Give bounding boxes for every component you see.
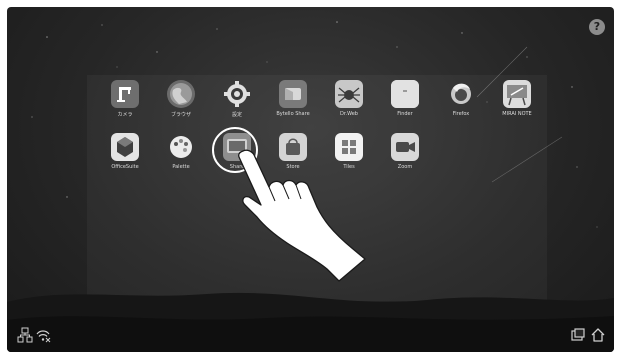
app-label: Firefox [452, 111, 470, 117]
bytello-share-icon [279, 80, 307, 108]
app-label: Finder [397, 111, 413, 117]
app-zoom[interactable]: Zoom [375, 133, 435, 170]
network-icon[interactable] [17, 327, 33, 343]
wifi-disconnected-icon[interactable] [35, 327, 51, 343]
home-screen: ? カメラ ブラウザ 設定 Bytello Share Dr.Web Finde… [7, 7, 614, 352]
gear-icon [223, 80, 251, 108]
multitask-icon[interactable] [570, 327, 586, 343]
easel-icon [503, 80, 531, 108]
pointing-hand-icon [238, 149, 366, 282]
app-drweb[interactable]: Dr.Web [319, 80, 379, 117]
app-label: カメラ [117, 112, 133, 118]
app-label: Bytello Share [276, 111, 310, 117]
app-settings[interactable]: 設定 [207, 80, 267, 118]
app-mirai-note[interactable]: MIRAI NOTE [487, 80, 547, 117]
app-label: OfficeSuite [111, 164, 139, 170]
firefox-icon [447, 80, 475, 108]
spider-icon [335, 80, 363, 108]
palette-icon [167, 133, 195, 161]
officesuite-icon [111, 133, 139, 161]
app-palette[interactable]: Palette [151, 133, 211, 170]
display-bezel: ? カメラ ブラウザ 設定 Bytello Share Dr.Web Finde… [0, 0, 621, 359]
help-button[interactable]: ? [589, 19, 605, 35]
app-label: MIRAI NOTE [502, 111, 532, 117]
app-browser[interactable]: ブラウザ [151, 80, 211, 118]
home-icon[interactable] [590, 327, 606, 343]
camera-icon [111, 80, 139, 108]
app-finder[interactable]: Finder [375, 80, 435, 117]
app-label: Palette [172, 164, 190, 170]
app-officesuite[interactable]: OfficeSuite [95, 133, 155, 170]
video-camera-icon [391, 133, 419, 161]
app-bytello-share[interactable]: Bytello Share [263, 80, 323, 117]
mountain-silhouette [7, 292, 614, 352]
app-label: 設定 [231, 112, 242, 118]
app-camera[interactable]: カメラ [95, 80, 155, 118]
app-label: Zoom [397, 164, 413, 170]
app-firefox[interactable]: Firefox [431, 80, 491, 117]
globe-icon [167, 80, 195, 108]
app-label: ブラウザ [170, 112, 191, 118]
folder-icon [391, 80, 419, 108]
app-label: Dr.Web [340, 111, 358, 117]
